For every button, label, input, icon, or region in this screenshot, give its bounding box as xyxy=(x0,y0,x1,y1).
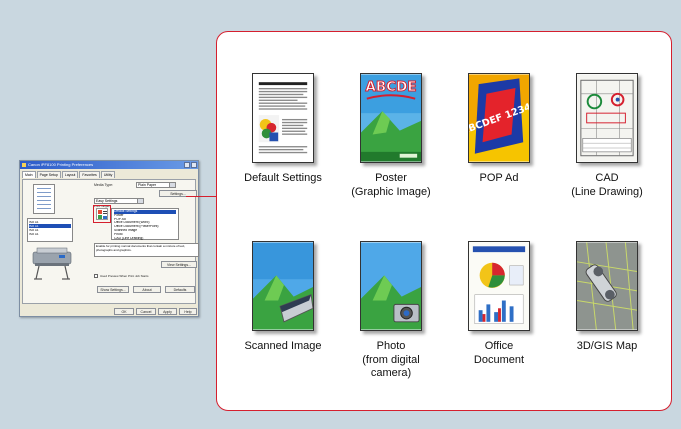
dialog-title: Canon iPF8100 Printing Preferences xyxy=(28,162,94,167)
tab-layout[interactable]: Layout xyxy=(61,171,79,178)
print-target-list[interactable]: Default Settings Poster POP Ad Office Do… xyxy=(111,208,179,240)
paper-size-info: ISO A1 ISO A1 ISO A1 ISO A1 xyxy=(27,218,73,242)
print-target-panel: Default Settings ABCDE Poster (Graphic I… xyxy=(216,31,672,411)
print-target-default-settings[interactable]: Default Settings xyxy=(228,73,338,186)
tab-page-setup[interactable]: Page Setup xyxy=(36,171,61,178)
print-target-photo[interactable]: Photo (from digital camera) xyxy=(336,241,446,381)
dialog-tabs: Main Page Setup Layout Favorites Utility xyxy=(22,171,196,178)
pop-ad-thumbnail: ABCDEF 12345 xyxy=(468,73,530,163)
printer-preferences-dialog: Canon iPF8100 Printing Preferences Main … xyxy=(19,160,199,317)
cancel-button[interactable]: Cancel xyxy=(136,308,156,315)
target-label: Poster (Graphic Image) xyxy=(351,172,431,198)
printer-icon xyxy=(22,163,26,167)
media-type-select[interactable]: Plain Paper xyxy=(136,182,176,188)
ok-button[interactable]: OK xyxy=(114,308,134,315)
print-target-scanned-image[interactable]: Scanned Image xyxy=(228,241,338,354)
large-format-printer-image xyxy=(32,247,72,280)
callout-connector-line xyxy=(186,196,217,197)
about-button[interactable]: About xyxy=(133,286,161,293)
target-label: Default Settings xyxy=(244,172,322,184)
cad-thumbnail xyxy=(576,73,638,163)
main-tab-panel: ISO A1 ISO A1 ISO A1 ISO A1 Media Type: … xyxy=(22,179,199,304)
list-item[interactable]: CAD (Line Drawing) xyxy=(114,237,176,241)
preview-checkbox-label: Used Preview When Print Job Starts xyxy=(100,274,149,278)
selection-highlight xyxy=(93,205,111,223)
target-description: Enable for printing normal documents tha… xyxy=(94,243,199,257)
view-settings-button[interactable]: View Settings... xyxy=(161,261,197,268)
print-target-office-document[interactable]: Office Document xyxy=(444,241,554,367)
target-label: POP Ad xyxy=(479,172,519,184)
print-target-pop-ad[interactable]: ABCDEF 12345 POP Ad xyxy=(444,73,554,186)
page-preview xyxy=(33,184,55,214)
help-button[interactable]: Help xyxy=(179,308,197,315)
tab-utility[interactable]: Utility xyxy=(100,171,116,178)
photo-thumbnail xyxy=(360,241,422,331)
target-label: Photo (from digital camera) xyxy=(362,340,420,379)
default-settings-thumbnail xyxy=(252,73,314,163)
defaults-button[interactable]: Defaults xyxy=(165,286,195,293)
gis-map-thumbnail xyxy=(576,241,638,331)
poster-heading: ABCDE xyxy=(365,79,416,95)
media-type-label: Media Type: xyxy=(94,183,114,187)
target-label: Scanned Image xyxy=(244,340,322,352)
apply-button[interactable]: Apply xyxy=(158,308,177,315)
target-label: 3D/GIS Map xyxy=(576,340,638,352)
tab-favorites[interactable]: Favorites xyxy=(79,171,100,178)
print-target-poster[interactable]: ABCDE Poster (Graphic Image) xyxy=(336,73,446,199)
paper-size-row: ISO A1 xyxy=(29,232,39,236)
dialog-title-bar: Canon iPF8100 Printing Preferences xyxy=(20,161,198,169)
target-label: Office Document xyxy=(473,340,525,366)
help-title-button[interactable] xyxy=(184,162,190,168)
print-target-cad[interactable]: CAD (Line Drawing) xyxy=(552,73,662,199)
print-target-gis-map[interactable]: 3D/GIS Map xyxy=(552,241,662,354)
target-label: CAD (Line Drawing) xyxy=(571,172,643,198)
poster-thumbnail: ABCDE xyxy=(360,73,422,163)
show-settings-button[interactable]: Show Settings... xyxy=(97,286,129,293)
close-icon[interactable] xyxy=(191,162,197,168)
preview-checkbox[interactable] xyxy=(94,274,98,278)
scanned-image-thumbnail xyxy=(252,241,314,331)
office-document-thumbnail xyxy=(468,241,530,331)
tab-main[interactable]: Main xyxy=(22,171,36,178)
